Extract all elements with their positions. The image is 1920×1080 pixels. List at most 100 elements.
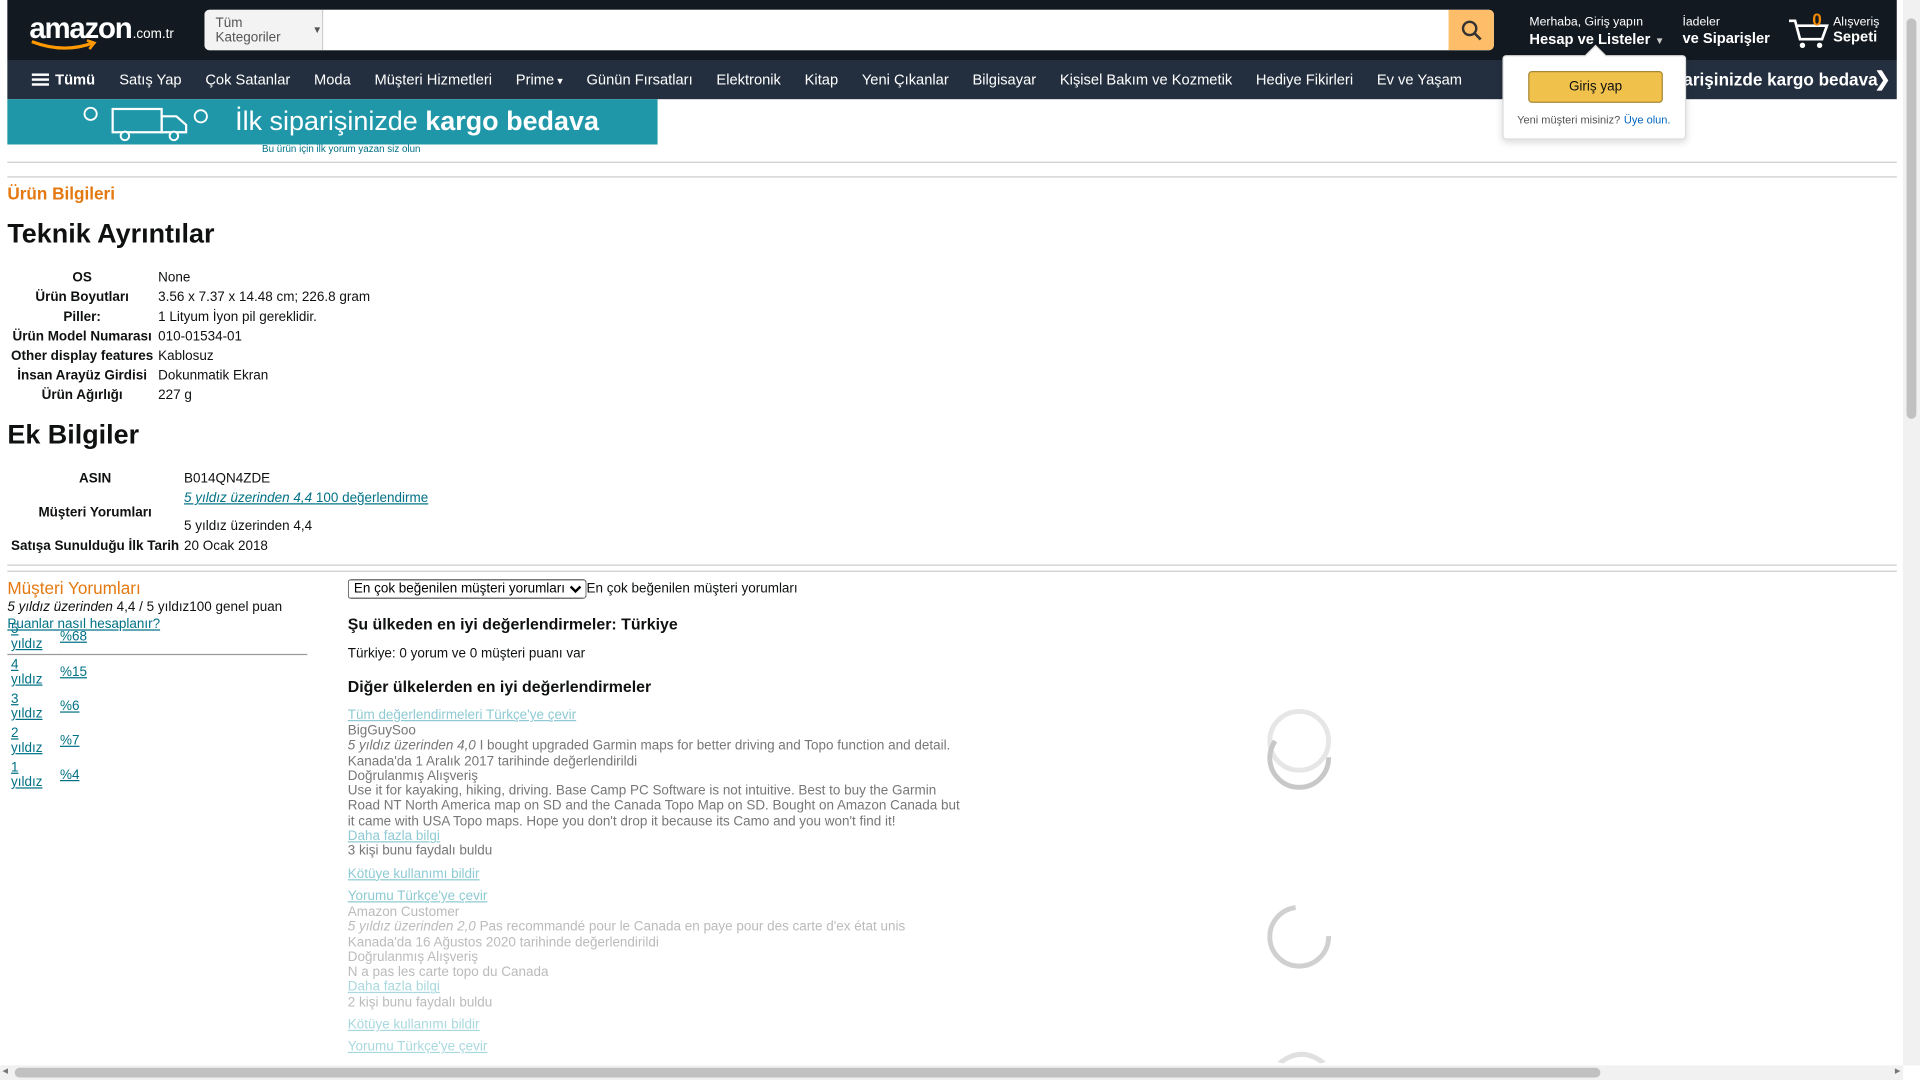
register-link[interactable]: Üye olun. bbox=[1624, 114, 1671, 126]
verified-purchase: Doğrulanmış Alışveriş bbox=[347, 950, 479, 965]
divider bbox=[7, 176, 1897, 178]
search-bar: Tüm Kategoriler ▼ bbox=[204, 9, 1494, 51]
nav-item[interactable]: Moda bbox=[302, 71, 362, 88]
table-row: Ürün Boyutları 3.56 x 7.37 x 14.48 cm; 22… bbox=[10, 289, 371, 306]
sort-reviews-select[interactable]: En çok beğenilen müşteri yorumları bbox=[347, 579, 587, 599]
translate-review-link[interactable]: Yorumu Türkçe'ye çevir bbox=[348, 889, 488, 904]
horizontal-scrollbar[interactable]: ◂ ▸ bbox=[0, 1064, 1903, 1080]
first-review-link[interactable]: Bu ürün için ilk yorum yazan siz olun bbox=[262, 143, 420, 154]
nav-item[interactable]: Günün Fırsatları bbox=[575, 71, 705, 88]
nav-item[interactable]: Prime ▾ bbox=[504, 71, 575, 88]
histogram-percent-link[interactable]: %7 bbox=[60, 733, 79, 748]
rating-histogram: 5 yıldız %68 4 yıldız %15 3 yıldız %6 2 yıldız… bbox=[7, 619, 308, 793]
review-title: Pas recommandé pour le Canada en paye po… bbox=[479, 919, 906, 935]
histogram-stars-link[interactable]: 2 yıldız bbox=[11, 726, 42, 755]
nav-item[interactable]: Ev ve Yaşam bbox=[1365, 71, 1474, 88]
nav-item-label: Kitap bbox=[804, 71, 839, 89]
histogram-row[interactable]: 1 yıldız %4 bbox=[7, 758, 307, 792]
tech-details-heading: Teknik Ayrıntılar bbox=[7, 217, 215, 249]
review-author: BigGuySoo bbox=[347, 723, 416, 739]
nav-all-menu[interactable]: Tümü bbox=[7, 71, 107, 88]
histogram-stars-link[interactable]: 1 yıldız bbox=[11, 760, 42, 789]
divider bbox=[7, 564, 1897, 566]
helpful-count: 3 kişi bunu faydalı buldu bbox=[347, 844, 493, 859]
account-menu[interactable]: Merhaba, Giriş yapın Hesap ve Listeler ▼ bbox=[1529, 15, 1664, 49]
review-stars: 5 yıldız üzerinden 4,0 bbox=[347, 738, 476, 754]
loading-spinner-icon bbox=[1267, 708, 1332, 790]
histogram-stars-link[interactable]: 3 yıldız bbox=[11, 692, 42, 721]
read-more-link[interactable]: Daha fazla bilgi bbox=[348, 980, 440, 995]
histogram-percent-cell: %15 bbox=[56, 654, 307, 689]
scroll-right-arrow-icon[interactable]: ▸ bbox=[1895, 1064, 1901, 1077]
translate-all-link[interactable]: Tüm değerlendirmeleri Türkçe'ye çevir bbox=[348, 708, 576, 723]
nav-item[interactable]: Müşteri Hizmetleri bbox=[363, 71, 504, 88]
average-rating: 5 yıldız üzerinden 4,4 / 5 yıldız100 gen… bbox=[7, 600, 307, 615]
horizontal-scrollbar-thumb[interactable] bbox=[14, 1067, 1601, 1078]
tech-details-table: OS None Ürün Boyutları 3.56 x 7.37 x 14.48 … bbox=[7, 267, 373, 407]
reviews-link-count: 100 değerlendirme bbox=[315, 491, 429, 506]
nav-item[interactable]: Kitap bbox=[793, 71, 850, 88]
nav-item[interactable]: Bilgisayar bbox=[961, 71, 1048, 88]
nav-item-label: Prime bbox=[515, 71, 555, 89]
helpful-count: 2 kişi bunu faydalı buldu bbox=[347, 995, 493, 1010]
search-category-dropdown[interactable]: Tüm Kategoriler ▼ bbox=[204, 9, 324, 51]
signin-button[interactable]: Giriş yap bbox=[1528, 71, 1663, 103]
report-abuse-link[interactable]: Kötüye kullanımı bildir bbox=[348, 1018, 480, 1033]
nav-item[interactable]: Yeni Çıkanlar bbox=[850, 71, 961, 88]
review-title: I bought upgraded Garmin maps for better… bbox=[479, 738, 951, 754]
histogram-row[interactable]: 4 yıldız %15 bbox=[7, 654, 307, 689]
histogram-stars-cell: 2 yıldız bbox=[7, 724, 56, 758]
nav-item-label: Müşteri Hizmetleri bbox=[374, 71, 493, 89]
how-ratings-calculated-link[interactable]: Puanlar nasıl hesaplanır? bbox=[7, 617, 160, 632]
scroll-left-arrow-icon[interactable]: ◂ bbox=[2, 1064, 8, 1077]
nav-item[interactable]: Satış Yap bbox=[107, 71, 193, 88]
nav-item[interactable]: Çok Satanlar bbox=[193, 71, 302, 88]
vertical-scrollbar-thumb[interactable] bbox=[1906, 18, 1917, 419]
spec-label: Ürün Boyutları bbox=[35, 290, 129, 305]
reviews-summary-link[interactable]: 5 yıldız üzerinden 4,4 100 değerlendirme bbox=[184, 491, 428, 506]
histogram-percent-link[interactable]: %6 bbox=[60, 699, 79, 714]
new-customer-text: Yeni müşteri misiniz? Üye olun. bbox=[1517, 114, 1670, 126]
report-abuse-link[interactable]: Kötüye kullanımı bildir bbox=[348, 867, 480, 882]
spec-label: Ürün Ağırlığı bbox=[41, 388, 123, 403]
search-button[interactable] bbox=[1448, 9, 1494, 51]
histogram-row[interactable]: 2 yıldız %7 bbox=[7, 724, 307, 758]
spec-label: Other display features bbox=[11, 348, 154, 364]
table-row: Other display features Kablosuz bbox=[10, 348, 371, 365]
reviews-link-rating: 5 yıldız üzerinden 4,4 bbox=[184, 491, 313, 506]
search-input[interactable] bbox=[323, 9, 1449, 51]
divider bbox=[7, 570, 1897, 572]
review-body: Use it for kayaking, hiking, driving. Ba… bbox=[347, 783, 960, 829]
nav-item[interactable]: Hediye Fikirleri bbox=[1244, 71, 1365, 88]
delivery-truck-icon bbox=[83, 106, 208, 142]
histogram-stars-cell: 3 yıldız bbox=[7, 689, 56, 723]
review-author: Amazon Customer bbox=[347, 904, 460, 920]
vertical-scrollbar[interactable] bbox=[1902, 0, 1920, 1066]
histogram-percent-link[interactable]: %4 bbox=[60, 768, 79, 783]
extra-info-heading: Ek Bilgiler bbox=[7, 418, 140, 450]
histogram-percent-link[interactable]: %15 bbox=[60, 665, 87, 680]
country-reviews-heading: Şu ülkeden en iyi değerlendirmeler: Türk… bbox=[347, 614, 678, 634]
country-reviews-text: Türkiye: 0 yorum ve 0 müşteri puanı var bbox=[347, 646, 586, 662]
read-more-link[interactable]: Daha fazla bilgi bbox=[348, 829, 440, 844]
nav-item-label: Yeni Çıkanlar bbox=[861, 71, 949, 89]
nav-item[interactable]: Elektronik bbox=[705, 71, 793, 88]
signin-popover: Giriş yap Yeni müşteri misiniz? Üye olun. bbox=[1502, 44, 1687, 140]
smile-arrow-icon bbox=[31, 39, 97, 50]
histogram-stars-link[interactable]: 4 yıldız bbox=[11, 658, 42, 687]
cart-link[interactable]: 0 Alışveriş Sepeti bbox=[1788, 10, 1886, 52]
amazon-logo[interactable]: amazon.com.tr bbox=[29, 12, 176, 51]
spec-value: 010-01534-01 bbox=[158, 329, 243, 345]
sort-row: En çok beğenilen müşteri yorumları En ço… bbox=[347, 579, 798, 599]
hamburger-icon bbox=[31, 71, 49, 88]
review-headline: 5 yıldız üzerinden 4,0 I bought upgraded… bbox=[348, 739, 960, 754]
free-shipping-banner[interactable]: İlk siparişinizde kargo bedava bbox=[7, 99, 658, 145]
translate-review-link[interactable]: Yorumu Türkçe'ye çevir bbox=[348, 1040, 488, 1055]
histogram-row[interactable]: 3 yıldız %6 bbox=[7, 689, 307, 723]
nav-item[interactable]: Kişisel Bakım ve Kozmetik bbox=[1048, 71, 1244, 88]
spec-label: İnsan Arayüz Girdisi bbox=[17, 368, 148, 384]
table-row: Müşteri Yorumları 5 yıldız üzerinden 4,4… bbox=[10, 490, 430, 535]
spec-label: Piller: bbox=[63, 309, 101, 325]
cart-line2: Sepeti bbox=[1833, 28, 1878, 46]
returns-orders-link[interactable]: İadeler ve Siparişler bbox=[1682, 15, 1769, 47]
